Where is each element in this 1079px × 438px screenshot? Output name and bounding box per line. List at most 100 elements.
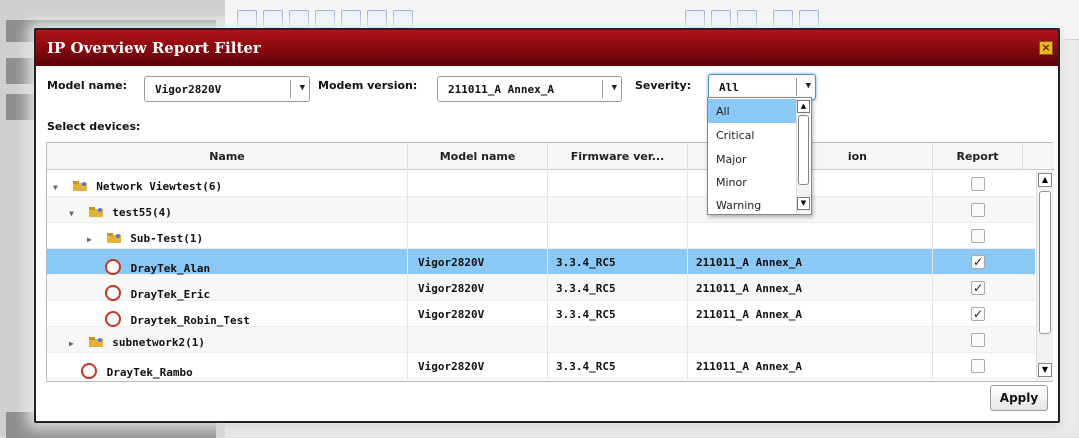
- tree-row-device-selected[interactable]: DrayTek_Alan Vigor2820V 3.3.4_RC5 211011…: [47, 249, 1035, 275]
- background-toolbar-button: [315, 10, 335, 28]
- expand-collapse-icon[interactable]: ▼: [69, 209, 81, 218]
- filter-row: Model name: Vigor2820V ▼ Modem version: …: [36, 72, 1058, 102]
- report-checkbox-checked[interactable]: ✓: [971, 281, 985, 295]
- severity-option-major[interactable]: Major: [708, 147, 798, 171]
- node-label: test55(4): [112, 206, 172, 219]
- chevron-down-icon[interactable]: ▼: [806, 81, 811, 91]
- scrollbar-thumb[interactable]: [1039, 191, 1051, 334]
- model-cell: [408, 197, 548, 223]
- folder-icon: [106, 233, 121, 243]
- router-device-icon: [105, 285, 121, 301]
- folder-icon: [72, 181, 87, 191]
- report-checkbox[interactable]: [971, 359, 985, 373]
- folder-icon: [88, 207, 103, 217]
- modem-version-value: 211011_A Annex_A: [448, 83, 554, 96]
- scrollbar-thumb[interactable]: [798, 115, 809, 185]
- report-checkbox[interactable]: [971, 229, 985, 243]
- firmware-cell: [548, 223, 688, 249]
- model-cell: [408, 327, 548, 353]
- severity-option-critical[interactable]: Critical: [708, 123, 798, 147]
- report-checkbox[interactable]: [971, 333, 985, 347]
- combo-separator: [290, 80, 291, 98]
- node-label: DrayTek_Eric: [130, 288, 211, 301]
- ip-overview-report-filter-dialog: IP Overview Report Filter × Model name: …: [34, 28, 1060, 423]
- folder-icon: [88, 337, 103, 347]
- tree-row-folder[interactable]: ▼ test55(4): [47, 197, 1035, 223]
- apply-button[interactable]: Apply: [990, 385, 1048, 411]
- name-cell: ▼ Network Viewtest(6): [47, 171, 408, 197]
- name-cell: ▼ test55(4): [47, 197, 408, 223]
- scroll-up-icon[interactable]: ▲: [797, 100, 810, 113]
- chevron-down-icon[interactable]: ▼: [612, 83, 617, 93]
- expand-collapse-icon[interactable]: ▼: [53, 183, 65, 192]
- report-checkbox[interactable]: [971, 177, 985, 191]
- column-header-report[interactable]: Report: [933, 143, 1023, 170]
- dialog-title: IP Overview Report Filter: [47, 39, 261, 57]
- firmware-cell: 3.3.4_RC5: [548, 301, 688, 327]
- grid-vertical-scrollbar[interactable]: ▲ ▼: [1036, 171, 1053, 381]
- severity-option-all[interactable]: All: [708, 99, 798, 123]
- node-label: Draytek_Robin_Test: [130, 314, 250, 327]
- modem-cell: [688, 223, 933, 249]
- background-toolbar-button: [737, 10, 757, 28]
- modem-cell: 211011_A Annex_A: [688, 249, 933, 275]
- column-header-firmware-version[interactable]: Firmware ver...: [548, 143, 688, 170]
- grid-header: Name Model name Firmware ver... ion Repo…: [47, 143, 1054, 170]
- combo-separator: [602, 80, 603, 98]
- select-devices-label: Select devices:: [47, 120, 141, 133]
- background-toolbar-button: [289, 10, 309, 28]
- severity-option-warning[interactable]: Warning: [708, 193, 798, 217]
- model-cell: [408, 223, 548, 249]
- model-cell: Vigor2820V: [408, 275, 548, 301]
- scroll-up-icon[interactable]: ▲: [1038, 173, 1052, 187]
- report-checkbox-checked[interactable]: ✓: [971, 307, 985, 321]
- dropdown-scrollbar[interactable]: ▲ ▼: [796, 99, 810, 213]
- dialog-title-bar: IP Overview Report Filter ×: [36, 30, 1058, 66]
- expand-collapse-icon[interactable]: ▶: [87, 235, 99, 244]
- model-cell: Vigor2820V: [408, 301, 548, 327]
- node-label: DrayTek_Alan: [130, 262, 211, 275]
- scroll-down-icon[interactable]: ▼: [1038, 363, 1052, 377]
- modem-cell: 211011_A Annex_A: [688, 275, 933, 301]
- name-cell: ▶ subnetwork2(1): [47, 327, 408, 353]
- background-toolbar-button: [367, 10, 387, 28]
- close-button[interactable]: ×: [1039, 41, 1053, 55]
- scroll-down-icon[interactable]: ▼: [797, 197, 810, 210]
- tree-row-device[interactable]: DrayTek_Rambo Vigor2820V 3.3.4_RC5 21101…: [47, 353, 1035, 379]
- firmware-cell: 3.3.4_RC5: [548, 353, 688, 379]
- report-checkbox-checked[interactable]: ✓: [971, 255, 985, 269]
- combo-separator: [796, 78, 797, 96]
- tree-row-device[interactable]: Draytek_Robin_Test Vigor2820V 3.3.4_RC5 …: [47, 301, 1035, 327]
- report-checkbox[interactable]: [971, 203, 985, 217]
- name-cell: DrayTek_Alan: [47, 249, 408, 275]
- name-cell: Draytek_Robin_Test: [47, 301, 408, 327]
- tree-row-device[interactable]: DrayTek_Eric Vigor2820V 3.3.4_RC5 211011…: [47, 275, 1035, 301]
- chevron-down-icon[interactable]: ▼: [300, 83, 305, 93]
- firmware-cell: [548, 327, 688, 353]
- name-cell: DrayTek_Eric: [47, 275, 408, 301]
- background-toolbar-button: [393, 10, 413, 28]
- modem-version-label: Modem version:: [318, 79, 418, 92]
- node-label: Network Viewtest(6): [96, 180, 223, 193]
- model-name-combobox[interactable]: Vigor2820V ▼: [144, 76, 310, 102]
- firmware-cell: 3.3.4_RC5: [548, 249, 688, 275]
- firmware-cell: [548, 171, 688, 197]
- modem-cell: 211011_A Annex_A: [688, 301, 933, 327]
- severity-dropdown-list: All Critical Major Minor Warning ▲ ▼: [707, 97, 812, 215]
- model-cell: [408, 171, 548, 197]
- column-header-name[interactable]: Name: [47, 143, 408, 170]
- background-toolbar-button: [799, 10, 819, 28]
- severity-option-minor[interactable]: Minor: [708, 170, 798, 194]
- modem-version-combobox[interactable]: 211011_A Annex_A ▼: [437, 76, 622, 102]
- tree-row-folder[interactable]: ▶ subnetwork2(1): [47, 327, 1035, 353]
- model-cell: Vigor2820V: [408, 249, 548, 275]
- column-header-model-name[interactable]: Model name: [408, 143, 548, 170]
- node-label: Sub-Test(1): [130, 232, 204, 245]
- background-toolbar-button: [341, 10, 361, 28]
- tree-row-folder[interactable]: ▶ Sub-Test(1): [47, 223, 1035, 249]
- modem-cell: 211011_A Annex_A: [688, 353, 933, 379]
- expand-collapse-icon[interactable]: ▶: [69, 339, 81, 348]
- name-cell: ▶ Sub-Test(1): [47, 223, 408, 249]
- tree-row-folder[interactable]: ▼ Network Viewtest(6): [47, 171, 1035, 197]
- background-toolbar-button: [263, 10, 283, 28]
